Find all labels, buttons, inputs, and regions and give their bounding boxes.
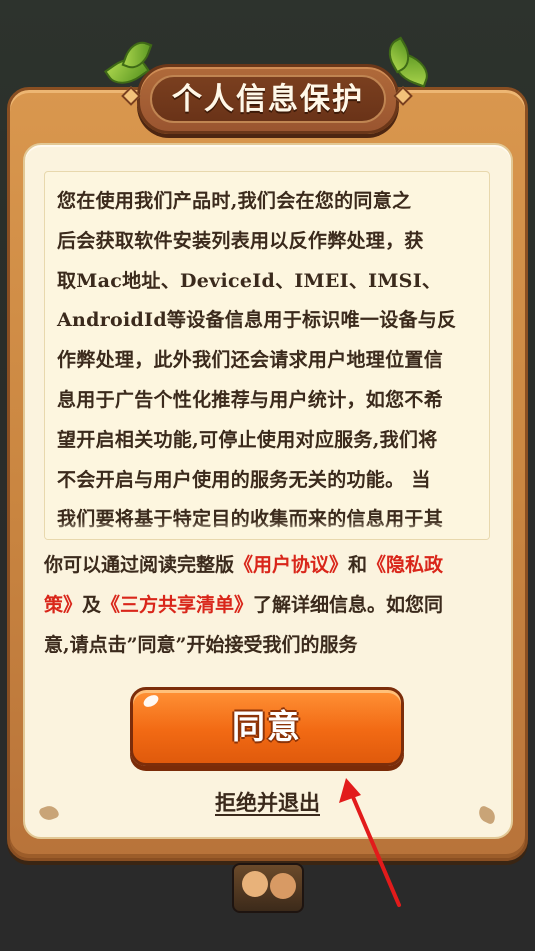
- policy-line: 息用于广告个性化推荐与用户统计，如您不希: [57, 388, 444, 411]
- agree-button-label: 同意: [232, 707, 302, 746]
- consent-text-part: 意,请点击”同意”开始接受我们的服务: [44, 634, 358, 656]
- consent-text-part: 了解详细信息。如您同: [253, 594, 444, 616]
- consent-text-part: 和: [348, 554, 368, 576]
- privacy-policy-link-cont[interactable]: 策》: [44, 594, 82, 616]
- avatar-face: [242, 871, 268, 897]
- reject-exit-link[interactable]: 拒绝并退出: [190, 786, 345, 820]
- consent-line: 意,请点击”同意”开始接受我们的服务: [44, 625, 494, 665]
- consent-text: 你可以通过阅读完整版《用户协议》和《隐私政 策》及《三方共享清单》了解详细信息。…: [44, 545, 494, 665]
- dialog-title: 个人信息保护: [172, 82, 364, 117]
- policy-line: 不会开启与用户使用的服务无关的功能。 当: [57, 468, 431, 491]
- policy-scroll-box[interactable]: 您在使用我们产品时,我们会在您的同意之 后会获取软件安装列表用以反作弊处理，获 …: [44, 171, 490, 540]
- character-avatar: [232, 863, 304, 913]
- consent-line: 你可以通过阅读完整版《用户协议》和《隐私政: [44, 545, 494, 585]
- policy-line: 取Mac地址、DeviceId、IMEI、IMSI、: [57, 269, 442, 292]
- policy-text: 您在使用我们产品时,我们会在您的同意之 后会获取软件安装列表用以反作弊处理，获 …: [57, 182, 487, 539]
- policy-line: 您在使用我们产品时,我们会在您的同意之: [57, 190, 412, 212]
- policy-line: 望开启相关功能,可停止使用对应服务,我们将: [57, 428, 438, 451]
- agree-button[interactable]: 同意: [130, 687, 404, 766]
- privacy-policy-link[interactable]: 《隐私政: [367, 554, 443, 576]
- consent-line: 策》及《三方共享清单》了解详细信息。如您同: [44, 585, 494, 625]
- third-party-sharing-link[interactable]: 《三方共享清单》: [101, 594, 253, 616]
- scroll-fade: [45, 521, 489, 539]
- user-agreement-link[interactable]: 《用户协议》: [234, 554, 348, 576]
- title-banner-inner: 个人信息保护: [150, 75, 386, 123]
- policy-line: 后会获取软件安装列表用以反作弊处理，获: [57, 229, 424, 252]
- policy-line: 作弊处理，此外我们还会请求用户地理位置信: [57, 349, 444, 372]
- policy-line: AndroidId等设备信息用于标识唯一设备与反: [57, 309, 457, 332]
- consent-text-part: 及: [82, 594, 102, 616]
- consent-text-part: 你可以通过阅读完整版: [44, 554, 235, 576]
- title-banner: 个人信息保护: [137, 64, 399, 134]
- avatar-face: [270, 873, 296, 899]
